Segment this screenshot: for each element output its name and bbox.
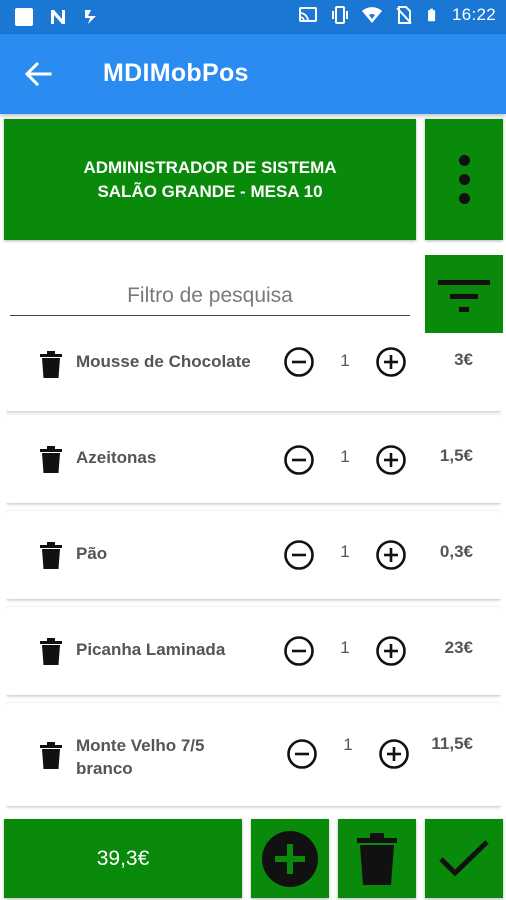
user-label: ADMINISTRADOR DE SISTEMA xyxy=(83,157,337,177)
item-name: Mousse de Chocolate xyxy=(76,352,251,371)
filter-button[interactable] xyxy=(425,255,503,333)
cast-icon xyxy=(298,7,317,22)
total-value: 39,3€ xyxy=(96,846,150,870)
plus-circle-icon[interactable] xyxy=(375,539,407,571)
search-input[interactable] xyxy=(10,276,410,316)
confirm-order-button[interactable] xyxy=(425,819,503,898)
battery-icon xyxy=(428,8,436,22)
item-quantity: 1 xyxy=(340,638,350,657)
n-icon xyxy=(51,10,65,24)
item-quantity: 1 xyxy=(343,735,353,754)
item-price: 3€ xyxy=(454,350,473,369)
delete-order-button[interactable] xyxy=(338,819,416,898)
status-bar: 16:22 xyxy=(0,0,506,34)
trash-icon[interactable] xyxy=(40,638,62,665)
item-price: 0,3€ xyxy=(439,542,473,561)
plus-circle-icon[interactable] xyxy=(375,635,407,667)
app-bar: MDIMobPos xyxy=(0,34,506,114)
table-label: SALÃO GRANDE - MESA 10 xyxy=(97,181,323,201)
table-info-panel: ADMINISTRADOR DE SISTEMA SALÃO GRANDE - … xyxy=(4,119,416,240)
minus-circle-icon[interactable] xyxy=(283,635,315,667)
minus-circle-icon[interactable] xyxy=(283,444,315,476)
more-vertical-icon xyxy=(458,155,470,166)
item-name: Pão xyxy=(76,544,108,563)
add-item-button[interactable] xyxy=(251,819,329,898)
app-title: MDIMobPos xyxy=(103,59,249,87)
list-item: Monte Velho 7/5 branco 1 11,5€ xyxy=(6,703,501,806)
more-options-button[interactable] xyxy=(425,119,503,240)
item-price: 1,5€ xyxy=(439,446,473,465)
trash-icon[interactable] xyxy=(40,542,62,569)
minus-circle-icon[interactable] xyxy=(283,346,315,378)
wifi-icon xyxy=(361,7,382,23)
list-item: Picanha Laminada 1 23€ xyxy=(6,607,501,695)
trash-icon[interactable] xyxy=(40,446,62,473)
item-quantity: 1 xyxy=(340,542,350,561)
order-total: 39,3€ xyxy=(4,819,242,898)
menu-dot xyxy=(458,174,470,185)
item-name: Monte Velho 7/5 branco xyxy=(76,736,205,778)
plus-circle-icon xyxy=(262,830,318,887)
trash-icon xyxy=(357,832,397,885)
item-price: 11,5€ xyxy=(431,734,473,753)
plus-circle-icon[interactable] xyxy=(375,346,407,378)
item-price: 23€ xyxy=(444,638,473,657)
check-icon xyxy=(439,839,489,877)
app-icon xyxy=(85,10,96,24)
list-item: Azeitonas 1 1,5€ xyxy=(6,415,501,503)
menu-dot xyxy=(458,193,470,204)
minus-circle-icon[interactable] xyxy=(286,738,318,770)
notification-square-icon xyxy=(15,8,33,26)
minus-circle-icon[interactable] xyxy=(283,539,315,571)
item-quantity: 1 xyxy=(340,351,350,370)
item-name: Azeitonas xyxy=(76,448,157,467)
plus-circle-icon[interactable] xyxy=(378,738,410,770)
arrow-left-icon[interactable] xyxy=(22,58,54,90)
list-item: Pão 1 0,3€ xyxy=(6,511,501,599)
item-quantity: 1 xyxy=(340,447,350,466)
vibrate-icon xyxy=(331,6,348,24)
plus-circle-icon[interactable] xyxy=(375,444,407,476)
list-item: Mousse de Chocolate 1 3€ xyxy=(6,340,501,411)
filter-icon xyxy=(438,280,490,312)
no-sim-icon xyxy=(396,6,412,24)
item-name: Picanha Laminada xyxy=(76,640,226,659)
clock: 16:22 xyxy=(451,5,496,24)
trash-icon[interactable] xyxy=(40,351,62,378)
order-list[interactable]: Mousse de Chocolate 1 3€ Azeitonas 1 1,5… xyxy=(6,340,501,810)
trash-icon[interactable] xyxy=(40,742,62,769)
